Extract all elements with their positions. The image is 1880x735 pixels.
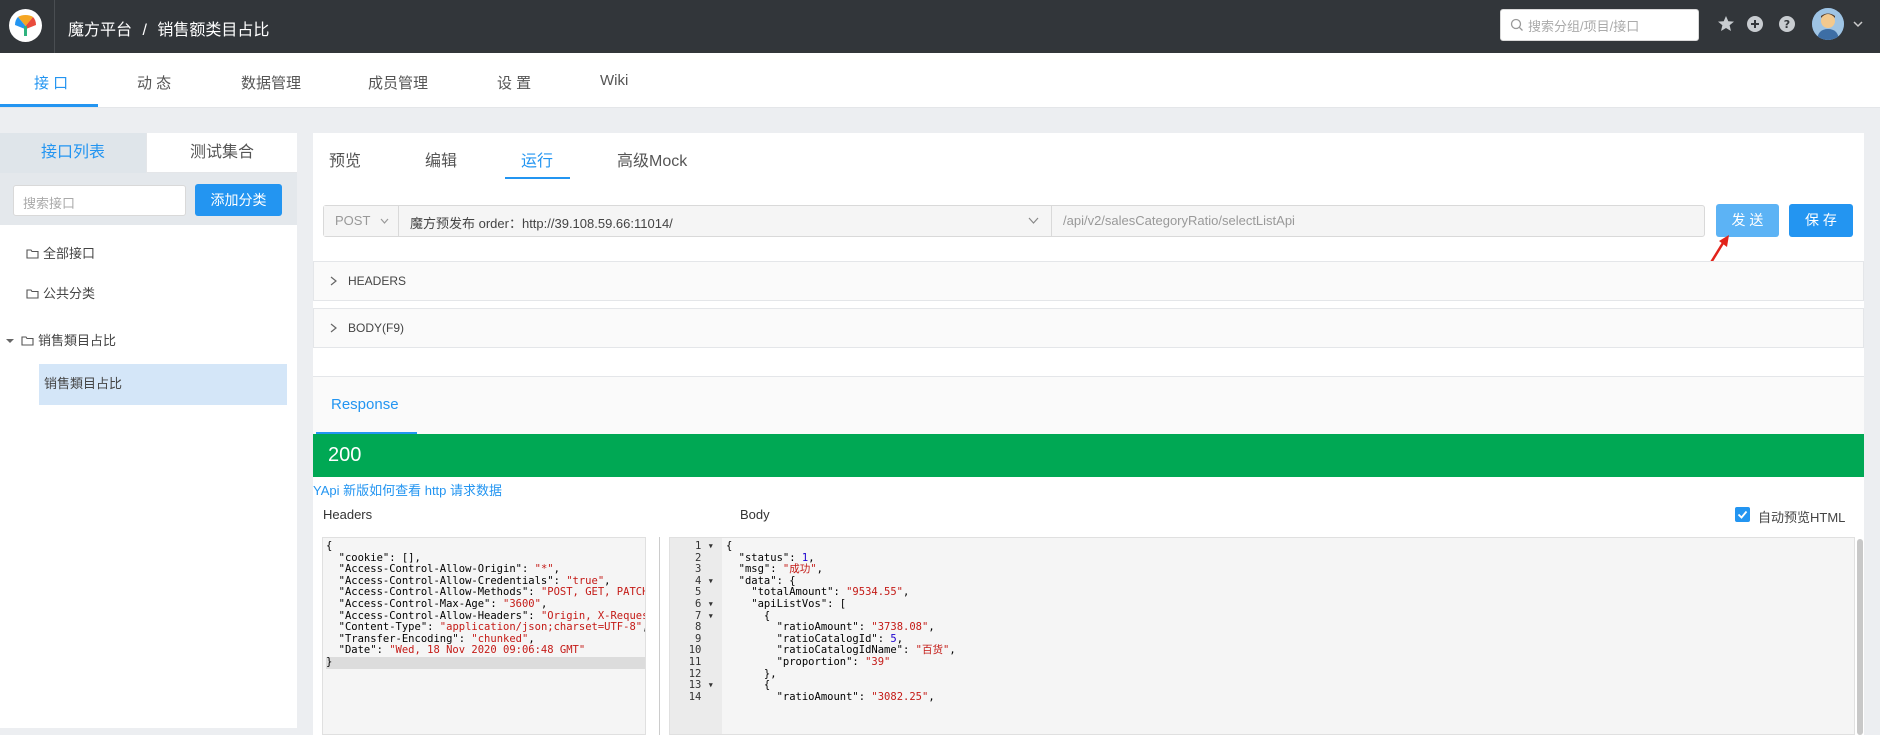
- folder-icon: [26, 289, 39, 299]
- code-line: {: [326, 540, 333, 552]
- star-icon[interactable]: [1716, 14, 1736, 34]
- method-value: POST: [335, 213, 371, 228]
- sidebar-item-sales-category[interactable]: 销售類目占比: [5, 330, 116, 349]
- request-path-input[interactable]: /api/v2/salesCategoryRatio/selectListApi: [1052, 206, 1703, 236]
- code-line: }: [326, 656, 645, 669]
- check-icon: [1737, 510, 1748, 519]
- tab-interface-list[interactable]: 接口列表: [0, 133, 146, 173]
- response-tabs: Response: [313, 376, 1864, 434]
- method-select[interactable]: POST: [324, 206, 399, 236]
- tab-member-management[interactable]: 成员管理: [368, 72, 428, 93]
- breadcrumb: 魔方平台 / 销售额类目占比: [68, 16, 275, 40]
- add-category-button[interactable]: 添加分类: [195, 184, 282, 216]
- sidebar-item-label: 全部接口: [43, 246, 96, 261]
- interface-search-input[interactable]: 搜索接口: [13, 185, 186, 216]
- auto-preview-label: 自动预览HTML: [1758, 510, 1846, 525]
- help-link[interactable]: YApi 新版如何查看 http 请求数据: [313, 480, 502, 499]
- folder-open-icon: [21, 336, 34, 346]
- caret-down-icon[interactable]: [5, 337, 15, 345]
- line-number: 8: [695, 621, 714, 634]
- top-bar: 魔方平台 / 销售额类目占比 ?: [0, 0, 1880, 53]
- environment-select[interactable]: 魔方预发布 order：http://39.108.59.66:11014/: [399, 206, 1052, 236]
- response-body-editor[interactable]: 1 ▾ 2 3 4 ▾ 5 6 ▾ 7 ▾ 8 9 10 11 12 13 ▾ 14 { …: [669, 537, 1855, 735]
- sidebar-subitem-label[interactable]: 销售類目占比: [44, 373, 122, 392]
- line-number: 14: [688, 690, 714, 703]
- code-line: "ratioAmount": "3082.25",: [726, 690, 935, 703]
- breadcrumb-project: 销售额类目占比: [157, 22, 270, 39]
- breadcrumb-group[interactable]: 魔方平台: [68, 22, 132, 39]
- search-icon: [1510, 18, 1523, 31]
- divider: [659, 537, 660, 735]
- line-number: 6 ▾: [695, 597, 714, 610]
- chevron-down-icon: [380, 218, 389, 224]
- avatar[interactable]: [1812, 8, 1844, 40]
- interface-sidebar: 接口列表 测试集合 搜索接口 添加分类 全部接口 公共分类 销售類目占比 销售類…: [0, 133, 297, 728]
- chevron-right-icon: [330, 323, 337, 333]
- project-nav: 接 口 动 态 数据管理 成员管理 设 置 Wiki: [0, 53, 1880, 108]
- code-line: "apiListVos": [: [726, 597, 847, 610]
- yapi-logo[interactable]: [9, 9, 42, 42]
- auto-preview-checkbox[interactable]: [1735, 507, 1750, 522]
- chevron-right-icon: [330, 276, 337, 286]
- global-search[interactable]: [1500, 9, 1699, 41]
- line-number: 1 ▾: [695, 540, 714, 552]
- tab-interface[interactable]: 接 口: [34, 72, 68, 93]
- scrollbar[interactable]: [1857, 539, 1863, 735]
- tab-preview[interactable]: 预览: [329, 147, 361, 171]
- add-circle-icon[interactable]: [1745, 14, 1765, 34]
- divider: [54, 0, 55, 53]
- body-label: Body: [740, 507, 770, 522]
- status-code-bar: 200: [313, 434, 1864, 477]
- tab-run[interactable]: 运行: [521, 147, 553, 171]
- tab-test-collection[interactable]: 测试集合: [146, 133, 297, 173]
- sidebar-item-label: 销售類目占比: [38, 333, 117, 348]
- section-label: BODY(F9): [348, 321, 405, 335]
- sidebar-item-public[interactable]: 公共分类: [26, 283, 95, 302]
- tab-settings[interactable]: 设 置: [497, 72, 531, 93]
- headers-section[interactable]: HEADERS: [313, 261, 1864, 301]
- folder-icon: [26, 249, 39, 259]
- section-label: HEADERS: [348, 274, 407, 288]
- save-button[interactable]: 保 存: [1789, 204, 1853, 237]
- caret-down-icon[interactable]: [1853, 20, 1863, 28]
- tab-wiki[interactable]: Wiki: [600, 72, 628, 89]
- tab-response[interactable]: Response: [331, 396, 399, 413]
- body-section[interactable]: BODY(F9): [313, 308, 1864, 348]
- headers-label: Headers: [323, 507, 373, 522]
- interface-panel: 预览 编辑 运行 高级Mock POST 魔方预发布 order：http://…: [313, 133, 1864, 735]
- help-icon[interactable]: ?: [1777, 14, 1797, 34]
- tab-advanced-mock[interactable]: 高级Mock: [617, 147, 687, 171]
- sidebar-item-label: 公共分类: [43, 286, 96, 301]
- response-headers-editor[interactable]: { "cookie": [], "Access-Control-Allow-Or…: [322, 537, 646, 735]
- svg-text:?: ?: [1784, 18, 1790, 31]
- breadcrumb-separator: /: [142, 22, 147, 39]
- active-tab-indicator: [0, 104, 98, 107]
- environment-value: 魔方预发布 order：http://39.108.59.66:11014/: [410, 216, 673, 231]
- line-number: 11: [688, 655, 714, 668]
- active-tab-indicator: [505, 177, 570, 179]
- code-line: "Date": "Wed, 18 Nov 2020 09:06:48 GMT": [326, 644, 586, 657]
- tab-data-management[interactable]: 数据管理: [241, 72, 301, 93]
- line-number: 13 ▾: [688, 679, 714, 692]
- sidebar-item-all[interactable]: 全部接口: [26, 243, 95, 262]
- tab-activity[interactable]: 动 态: [137, 72, 171, 93]
- tab-edit[interactable]: 编辑: [425, 147, 457, 171]
- chevron-down-icon: [1028, 217, 1039, 224]
- global-search-input[interactable]: [1528, 16, 1693, 36]
- code-line: "proportion": "39": [726, 655, 891, 668]
- request-url-bar: POST 魔方预发布 order：http://39.108.59.66:110…: [323, 205, 1705, 237]
